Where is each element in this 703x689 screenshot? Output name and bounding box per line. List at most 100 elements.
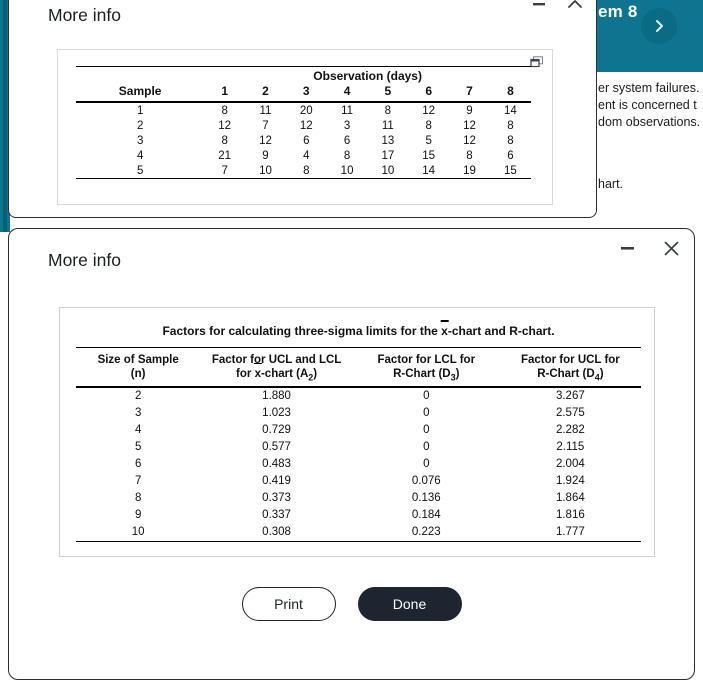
d4-end: ) bbox=[599, 367, 604, 380]
observation-bottom-rule bbox=[76, 178, 531, 181]
observation-table: Observation (days) Sample 1 2 3 4 5 6 7 … bbox=[76, 66, 531, 181]
observation-cell: 14 bbox=[504, 104, 517, 117]
factors-d3: 0 bbox=[423, 441, 430, 454]
background-statement-line-3: dom observations. bbox=[598, 115, 701, 129]
factors-col-header-d3: Factor for LCL for R-Chart (D3) bbox=[353, 349, 500, 385]
factors-n: 2 bbox=[134, 390, 142, 403]
observation-sample: 3 bbox=[136, 134, 144, 147]
factors-col-d4-line2: R-Chart (D4) bbox=[500, 367, 641, 384]
factors-col-header-d4: Factor for UCL for R-Chart (D4) bbox=[500, 349, 641, 385]
dialog-front-title: More info bbox=[48, 250, 121, 270]
caption-text-post: -chart and R-chart. bbox=[447, 324, 555, 338]
d3-pre: R-Chart (D bbox=[393, 367, 451, 380]
factors-d4: 2.115 bbox=[556, 441, 585, 454]
observation-cell: 15 bbox=[422, 149, 436, 162]
factors-a2: 0.373 bbox=[262, 492, 291, 505]
observation-cell: 8 bbox=[343, 149, 351, 162]
observation-column-header-row: Sample 1 2 3 4 5 6 7 8 bbox=[76, 84, 531, 100]
factors-col-n-line2: (n) bbox=[130, 367, 146, 380]
factors-a2: 1.880 bbox=[262, 390, 291, 403]
observation-cell: 14 bbox=[422, 164, 436, 177]
factors-a2: 0.308 bbox=[262, 526, 291, 539]
observation-cell: 8 bbox=[507, 134, 514, 147]
observation-cell: 3 bbox=[343, 119, 351, 132]
factors-a2: 0.419 bbox=[262, 475, 291, 488]
observation-cell: 11 bbox=[259, 104, 272, 117]
factors-col-a2-line2: for x-chart (A2) bbox=[200, 367, 353, 384]
factors-table-caption-row: Factors for calculating three-sigma limi… bbox=[76, 316, 641, 348]
factors-n: 8 bbox=[134, 492, 142, 505]
factors-d3: 0.136 bbox=[411, 492, 441, 505]
table-row: 4 21 9 4 8 17 15 8 6 bbox=[76, 148, 531, 163]
observation-cell: 8 bbox=[425, 119, 432, 132]
observation-sample: 2 bbox=[136, 119, 144, 132]
factors-d3: 0 bbox=[423, 407, 430, 420]
observation-cell: 8 bbox=[507, 119, 514, 132]
d3-end: ) bbox=[455, 367, 460, 380]
factors-d4: 1.924 bbox=[555, 475, 585, 488]
screen-root: em 8 er system failures. ent is concerne… bbox=[0, 0, 703, 689]
next-problem-button[interactable] bbox=[641, 8, 677, 44]
observation-corner-cell bbox=[76, 67, 204, 85]
observation-cell: 8 bbox=[221, 134, 228, 147]
observation-cell: 15 bbox=[504, 164, 517, 177]
open-in-new-window-icon[interactable] bbox=[530, 55, 544, 68]
table-row: 2 1.880 0 3.267 bbox=[76, 387, 641, 405]
observation-cell: 6 bbox=[343, 134, 351, 147]
observation-cell: 10 bbox=[340, 164, 354, 177]
observation-group-header: Observation (days) bbox=[313, 69, 422, 83]
a2-xbar: x bbox=[254, 367, 261, 380]
observation-col-6: 6 bbox=[425, 84, 432, 98]
print-button[interactable]: Print bbox=[241, 587, 336, 621]
table-row: 5 0.577 0 2.115 bbox=[76, 439, 641, 456]
observation-cell: 12 bbox=[299, 119, 313, 132]
factors-col-n-line1: Size of Sample bbox=[97, 353, 179, 366]
dialog-back-title: More info bbox=[48, 5, 121, 25]
observation-table-card: Observation (days) Sample 1 2 3 4 5 6 7 … bbox=[57, 49, 553, 205]
background-left-accent-inner bbox=[3, 0, 7, 232]
a2-pre: for bbox=[236, 367, 255, 380]
table-row: 10 0.308 0.223 1.777 bbox=[76, 524, 641, 542]
minimize-icon[interactable] bbox=[528, 0, 550, 15]
observation-cell: 7 bbox=[262, 119, 269, 132]
factors-table: Factors for calculating three-sigma limi… bbox=[76, 316, 641, 543]
observation-col-7: 7 bbox=[466, 84, 473, 98]
chevron-right-icon bbox=[654, 19, 665, 33]
background-problem-title: em 8 bbox=[598, 2, 638, 21]
factors-col-a2-line1: Factor for UCL and LCL bbox=[211, 353, 342, 366]
background-statement-line-2: ent is concerned t bbox=[598, 98, 697, 112]
background-statement-line-1: er system failures. bbox=[598, 81, 700, 95]
factors-table-caption: Factors for calculating three-sigma limi… bbox=[76, 316, 641, 348]
factors-col-d3-line1: Factor for LCL for bbox=[377, 353, 476, 366]
observation-col-8: 8 bbox=[507, 84, 514, 98]
observation-cell: 19 bbox=[463, 164, 476, 177]
table-row: 7 0.419 0.076 1.924 bbox=[76, 473, 641, 490]
factors-col-d3-line2: R-Chart (D3) bbox=[353, 367, 500, 384]
minimize-icon[interactable] bbox=[616, 237, 638, 259]
table-row: 8 0.373 0.136 1.864 bbox=[76, 490, 641, 507]
factors-d3: 0 bbox=[423, 458, 430, 471]
factors-a2: 0.577 bbox=[262, 441, 291, 454]
close-icon[interactable] bbox=[660, 237, 682, 259]
observation-cell: 4 bbox=[303, 149, 310, 162]
observation-row-header-label: Sample bbox=[118, 84, 162, 98]
observation-cell: 7 bbox=[221, 164, 228, 177]
observation-cell: 13 bbox=[381, 134, 395, 147]
observation-col-2: 2 bbox=[262, 84, 269, 98]
background-statement-line-4: hart. bbox=[598, 177, 624, 191]
a2-end: ) bbox=[313, 367, 318, 380]
observation-cell: 6 bbox=[303, 134, 310, 147]
done-button[interactable]: Done bbox=[357, 587, 462, 621]
observation-cell: 8 bbox=[384, 104, 392, 117]
factors-n: 10 bbox=[131, 526, 145, 539]
chevron-up-icon[interactable] bbox=[564, 0, 586, 15]
observation-cell: 12 bbox=[463, 119, 476, 132]
dialog-front-window-controls bbox=[616, 237, 682, 259]
dialog-front-titlebar: More info bbox=[9, 229, 694, 285]
observation-sample: 4 bbox=[136, 149, 144, 162]
observation-sample: 1 bbox=[136, 104, 144, 117]
more-info-dialog-front: More info Factors for calculating three-… bbox=[8, 228, 695, 680]
table-row: 6 0.483 0 2.004 bbox=[76, 456, 641, 473]
factors-d4: 1.816 bbox=[555, 509, 585, 522]
dialog-back-titlebar: More info bbox=[9, 0, 596, 35]
